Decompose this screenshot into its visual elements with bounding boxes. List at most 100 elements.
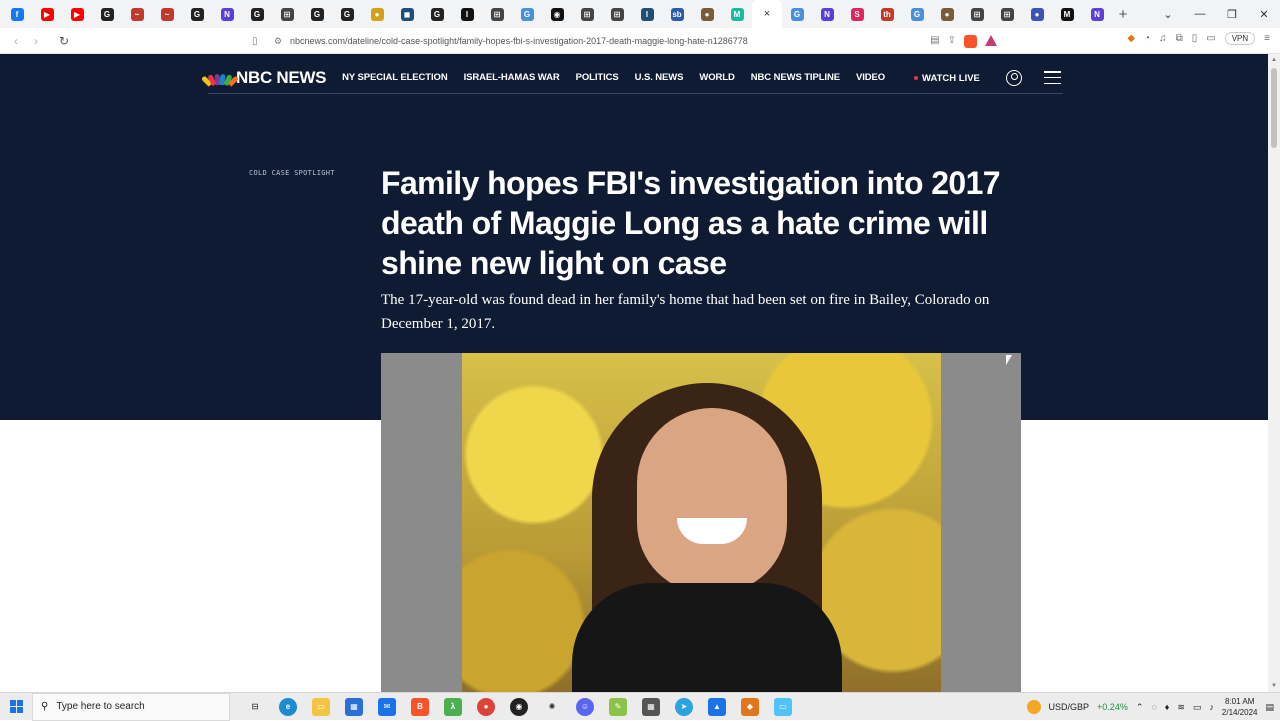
browser-tab[interactable]: ◼ xyxy=(392,0,422,28)
browser-tab[interactable]: G xyxy=(182,0,212,28)
file-explorer-icon[interactable]: ▭ xyxy=(312,697,330,716)
nav-item-politics[interactable]: POLITICS xyxy=(576,72,619,83)
restore-icon[interactable]: ❐ xyxy=(1216,0,1248,28)
network-icon[interactable]: ◌ xyxy=(1151,702,1156,712)
browser-tab[interactable]: G xyxy=(92,0,122,28)
browser-tab[interactable]: l xyxy=(632,0,662,28)
browser-tab[interactable]: G xyxy=(512,0,542,28)
reload-icon[interactable]: ↻ xyxy=(54,34,74,48)
chrome-icon[interactable]: ● xyxy=(477,697,495,716)
browser-tab[interactable]: ⊞ xyxy=(992,0,1022,28)
brave-shields-icon[interactable] xyxy=(964,34,977,48)
menu-icon[interactable]: ≡ xyxy=(1264,33,1270,44)
notifications-icon[interactable]: ▤ xyxy=(1265,702,1274,713)
bookmark-icon[interactable]: ▯ xyxy=(252,36,268,47)
tray-chevron-icon[interactable]: ⌃ xyxy=(1136,702,1144,713)
clock[interactable]: 8:01 AM 2/14/2024 xyxy=(1222,696,1258,718)
browser-tab[interactable]: G xyxy=(902,0,932,28)
browser-tab[interactable]: G xyxy=(422,0,452,28)
nav-item-us-news[interactable]: U.S. NEWS xyxy=(635,72,684,83)
scroll-up-icon[interactable]: ▲ xyxy=(1271,57,1277,63)
browser-tab[interactable]: × xyxy=(752,0,782,28)
browser-tab[interactable]: ▶ xyxy=(32,0,62,28)
chatgpt-icon[interactable]: ✺ xyxy=(543,698,561,716)
browser-tab[interactable]: ▶ xyxy=(62,0,92,28)
account-icon[interactable] xyxy=(1006,70,1022,86)
wallet-icon[interactable]: ▭ xyxy=(1206,33,1215,44)
media-icon[interactable]: ♫ xyxy=(1159,33,1167,44)
address-bar[interactable]: ▯ ⚙ nbcnews.com/dateline/cold-case-spotl… xyxy=(252,31,997,51)
photos-icon[interactable]: ▲ xyxy=(708,697,726,716)
hamburger-menu-icon[interactable] xyxy=(1044,71,1061,84)
browser-tab[interactable]: G xyxy=(782,0,812,28)
battery-icon[interactable]: ▭ xyxy=(1193,702,1202,713)
nav-item-video[interactable]: VIDEO xyxy=(856,72,885,83)
extension-icon[interactable]: ◔ xyxy=(1144,33,1150,44)
app-window-icon[interactable]: ▭ xyxy=(774,697,792,716)
calculator-icon[interactable]: ▦ xyxy=(642,697,660,716)
scroll-down-icon[interactable]: ▼ xyxy=(1271,683,1277,689)
share-icon[interactable]: ⇪ xyxy=(948,35,956,48)
browser-tab[interactable]: I xyxy=(452,0,482,28)
nav-item-israel-hamas-war[interactable]: ISRAEL-HAMAS WAR xyxy=(464,72,560,83)
url-text[interactable]: nbcnews.com/dateline/cold-case-spotlight… xyxy=(290,36,930,46)
puzzle-icon[interactable]: ⧉ xyxy=(1176,33,1183,44)
store-icon[interactable]: ▦ xyxy=(345,697,363,716)
metamask-taskbar-icon[interactable]: ◆ xyxy=(741,697,759,716)
microphone-icon[interactable]: ♦ xyxy=(1165,702,1170,712)
browser-tab[interactable]: ~ xyxy=(122,0,152,28)
browser-tab[interactable]: ⊞ xyxy=(572,0,602,28)
watch-live-button[interactable]: WATCH LIVE xyxy=(914,62,980,94)
browser-tab[interactable]: G xyxy=(302,0,332,28)
vpn-button[interactable]: VPN xyxy=(1224,32,1256,45)
browser-tab[interactable]: M xyxy=(1052,0,1082,28)
telegram-icon[interactable]: ➤ xyxy=(675,697,693,716)
browser-tab[interactable]: G xyxy=(332,0,362,28)
nbc-news-logo[interactable]: NBC NEWS xyxy=(200,68,326,88)
browser-tab[interactable]: f xyxy=(2,0,32,28)
task-view-icon[interactable]: ⊟ xyxy=(246,698,264,716)
wifi-icon[interactable]: ≋ xyxy=(1177,702,1185,713)
back-icon[interactable]: ‹ xyxy=(6,34,26,48)
forward-icon[interactable]: › xyxy=(26,34,46,48)
reader-icon[interactable]: ▤ xyxy=(930,35,939,48)
nav-item-ny-special-election[interactable]: NY SPECIAL ELECTION xyxy=(342,72,448,83)
metamask-icon[interactable]: ◆ xyxy=(1127,33,1135,44)
article-eyebrow[interactable]: COLD CASE SPOTLIGHT xyxy=(249,169,335,177)
browser-tab[interactable]: ⊞ xyxy=(962,0,992,28)
active-tab-close-icon[interactable]: × xyxy=(764,8,770,20)
edge-icon[interactable]: e xyxy=(279,697,297,716)
new-tab-icon[interactable]: + xyxy=(1112,6,1134,23)
browser-tab[interactable]: N xyxy=(812,0,842,28)
browser-tab[interactable]: G xyxy=(242,0,272,28)
currency-label[interactable]: USD/GBP xyxy=(1049,702,1090,712)
browser-tab[interactable]: ◉ xyxy=(542,0,572,28)
brave-rewards-icon[interactable] xyxy=(985,34,997,46)
taskbar-search[interactable]: ⚲ Type here to search xyxy=(32,692,230,721)
browser-tab[interactable]: ● xyxy=(692,0,722,28)
browser-tab[interactable]: ● xyxy=(362,0,392,28)
browser-tab[interactable]: sb xyxy=(662,0,692,28)
minimize-icon[interactable]: — xyxy=(1184,0,1216,28)
browser-tab[interactable]: ● xyxy=(932,0,962,28)
nav-item-tipline[interactable]: NBC NEWS TIPLINE xyxy=(751,72,840,83)
browser-tab[interactable]: N xyxy=(212,0,242,28)
discord-icon[interactable]: ☺ xyxy=(576,697,594,716)
start-button[interactable] xyxy=(0,700,32,713)
browser-tab[interactable]: ⊞ xyxy=(272,0,302,28)
browser-tab[interactable]: th xyxy=(872,0,902,28)
nav-item-world[interactable]: WORLD xyxy=(699,72,734,83)
browser-tab[interactable]: N xyxy=(1082,0,1112,28)
sidebar-icon[interactable]: ▯ xyxy=(1192,33,1198,44)
app-icon[interactable]: ◉ xyxy=(510,697,528,716)
notepad-icon[interactable]: ✎ xyxy=(609,697,627,716)
lambda-app-icon[interactable]: λ xyxy=(444,697,462,716)
speaker-icon[interactable]: ♪ xyxy=(1209,702,1214,712)
brave-icon[interactable]: B xyxy=(411,697,429,716)
page-scrollbar[interactable]: ▲ ▼ xyxy=(1268,54,1280,692)
browser-tab[interactable]: ● xyxy=(1022,0,1052,28)
browser-tab[interactable]: ⊞ xyxy=(602,0,632,28)
mail-icon[interactable]: ✉ xyxy=(378,697,396,716)
browser-tab[interactable]: M xyxy=(722,0,752,28)
scrollbar-thumb[interactable] xyxy=(1271,68,1277,148)
